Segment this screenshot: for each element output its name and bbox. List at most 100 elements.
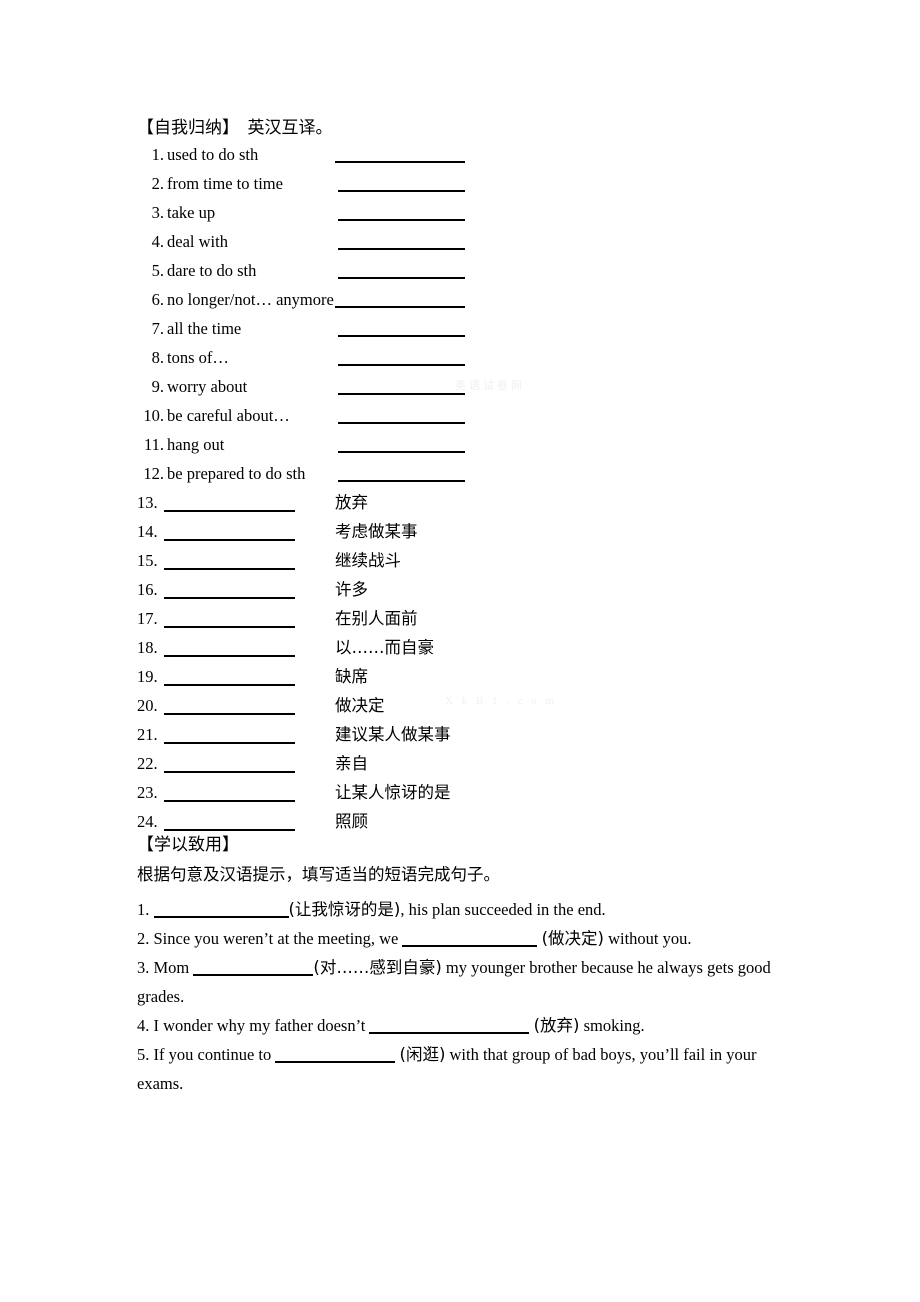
vocab-row: 2. from time to time bbox=[137, 172, 837, 201]
answer-blank[interactable] bbox=[153, 901, 289, 918]
answer-blank[interactable] bbox=[338, 480, 465, 482]
item-term: from time to time bbox=[167, 174, 283, 193]
item-number: 18. bbox=[137, 638, 158, 657]
answer-blank[interactable] bbox=[164, 800, 295, 802]
section-apply-heading: 【学以致用】 bbox=[137, 835, 239, 854]
answer-blank[interactable] bbox=[164, 684, 295, 686]
item-term: deal with bbox=[167, 232, 228, 251]
item-term: take up bbox=[167, 203, 216, 222]
item-meaning: 照顾 bbox=[335, 812, 368, 831]
item-number: 4. bbox=[151, 232, 164, 251]
item-number: 23. bbox=[137, 783, 158, 802]
item-term: hang out bbox=[167, 435, 225, 454]
answer-blank[interactable] bbox=[338, 393, 465, 395]
item-meaning: 放弃 bbox=[335, 493, 368, 512]
sentence-number: 2. bbox=[137, 929, 150, 948]
sentence-hint: (做决定) bbox=[541, 929, 604, 948]
answer-blank[interactable] bbox=[193, 959, 314, 976]
vocab-row: 6. no longer/not… anymore bbox=[137, 288, 837, 317]
item-term: no longer/not… anymore bbox=[167, 290, 334, 309]
answer-blank[interactable] bbox=[164, 626, 295, 628]
answer-blank[interactable] bbox=[338, 248, 465, 250]
watermark-text: X k B 1 . c o m bbox=[445, 695, 558, 707]
item-number: 11. bbox=[143, 435, 164, 454]
answer-blank[interactable] bbox=[338, 335, 465, 337]
sentence-lead: I wonder why my father doesn’t bbox=[153, 1016, 370, 1035]
vocab-row: 1. used to do sth bbox=[137, 143, 837, 172]
answer-blank[interactable] bbox=[338, 190, 465, 192]
vocab-row: 3. take up bbox=[137, 201, 837, 230]
answer-blank[interactable] bbox=[275, 1046, 396, 1063]
vocab-row: 19. 缺席 bbox=[137, 665, 837, 694]
item-number: 5. bbox=[151, 261, 164, 280]
answer-blank[interactable] bbox=[338, 219, 465, 221]
answer-blank[interactable] bbox=[164, 742, 295, 744]
item-number: 15. bbox=[137, 551, 158, 570]
item-term: used to do sth bbox=[167, 145, 259, 164]
item-number: 13. bbox=[137, 493, 158, 512]
item-meaning: 考虑做某事 bbox=[335, 522, 418, 541]
answer-blank[interactable] bbox=[164, 597, 295, 599]
answer-blank[interactable] bbox=[338, 422, 465, 424]
item-number: 10. bbox=[143, 406, 164, 425]
sentence-number: 1. bbox=[137, 900, 150, 919]
item-number: 1. bbox=[151, 145, 164, 164]
practice-sentence: 4. I wonder why my father doesn’t (放弃) s… bbox=[137, 1011, 797, 1040]
item-number: 3. bbox=[151, 203, 164, 222]
item-term: worry about bbox=[167, 377, 248, 396]
sentence-number: 3. bbox=[137, 958, 150, 977]
answer-blank[interactable] bbox=[338, 277, 465, 279]
item-number: 20. bbox=[137, 696, 158, 715]
item-number: 19. bbox=[137, 667, 158, 686]
answer-blank[interactable] bbox=[338, 451, 465, 453]
sentence-tail: smoking. bbox=[579, 1016, 645, 1035]
item-number: 17. bbox=[137, 609, 158, 628]
vocab-row: 22. 亲自 bbox=[137, 752, 837, 781]
vocab-row: 10. be careful about… bbox=[137, 404, 837, 433]
item-number: 14. bbox=[137, 522, 158, 541]
item-number: 2. bbox=[151, 174, 164, 193]
practice-sentence: 2. Since you weren’t at the meeting, we … bbox=[137, 924, 797, 953]
sentence-hint: (对……感到自豪) bbox=[313, 958, 442, 977]
item-meaning: 在别人面前 bbox=[335, 609, 418, 628]
answer-blank[interactable] bbox=[164, 655, 295, 657]
sentence-lead: Since you weren’t at the meeting, we bbox=[153, 929, 403, 948]
item-meaning: 继续战斗 bbox=[335, 551, 401, 570]
answer-blank[interactable] bbox=[164, 771, 295, 773]
item-number: 21. bbox=[137, 725, 158, 744]
watermark-text: 英语试卷网 bbox=[455, 380, 525, 392]
vocab-row: 23. 让某人惊讶的是 bbox=[137, 781, 837, 810]
answer-blank[interactable] bbox=[402, 930, 538, 947]
item-number: 16. bbox=[137, 580, 158, 599]
item-meaning: 亲自 bbox=[335, 754, 368, 773]
answer-blank[interactable] bbox=[164, 568, 295, 570]
answer-blank[interactable] bbox=[369, 1017, 530, 1034]
item-term: be careful about… bbox=[167, 406, 290, 425]
answer-blank[interactable] bbox=[164, 713, 295, 715]
item-meaning: 许多 bbox=[335, 580, 368, 599]
answer-blank[interactable] bbox=[335, 306, 465, 308]
vocab-row: 5. dare to do sth bbox=[137, 259, 837, 288]
item-meaning: 缺席 bbox=[335, 667, 368, 686]
sentence-hint: (让我惊讶的是) bbox=[288, 900, 401, 919]
vocabulary-list: 1. used to do sth 2. from time to time 3… bbox=[137, 143, 837, 839]
item-meaning: 以……而自豪 bbox=[335, 638, 434, 657]
vocab-row: 8. tons of… bbox=[137, 346, 837, 375]
answer-blank[interactable] bbox=[335, 161, 465, 163]
item-number: 9. bbox=[151, 377, 164, 396]
answer-blank[interactable] bbox=[338, 364, 465, 366]
answer-blank[interactable] bbox=[164, 510, 295, 512]
practice-sentence: 5. If you continue to (闲逛) with that gro… bbox=[137, 1040, 797, 1098]
item-number: 12. bbox=[143, 464, 164, 483]
answer-blank[interactable] bbox=[164, 539, 295, 541]
item-number: 22. bbox=[137, 754, 158, 773]
vocab-row: 18. 以……而自豪 bbox=[137, 636, 837, 665]
answer-blank[interactable] bbox=[164, 829, 295, 831]
sentence-number: 5. bbox=[137, 1045, 150, 1064]
item-number: 8. bbox=[151, 348, 164, 367]
item-number: 6. bbox=[151, 290, 164, 309]
vocab-row: 15. 继续战斗 bbox=[137, 549, 837, 578]
item-meaning: 建议某人做某事 bbox=[335, 725, 451, 744]
practice-sentence-list: 1. (让我惊讶的是), his plan succeeded in the e… bbox=[137, 895, 797, 1098]
section-self-summary-heading: 【自我归纳】 英汉互译。 bbox=[137, 118, 333, 137]
